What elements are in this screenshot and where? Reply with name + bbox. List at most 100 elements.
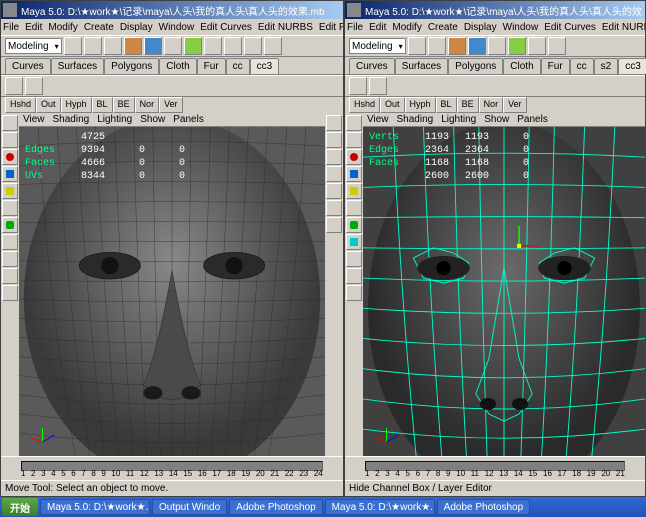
panel-icon[interactable] bbox=[326, 183, 342, 199]
toggle-out[interactable]: Out bbox=[380, 97, 405, 113]
toggle-be[interactable]: BE bbox=[457, 97, 479, 113]
toggle-hshd[interactable]: Hshd bbox=[349, 97, 380, 113]
manipulator-tool-icon[interactable] bbox=[2, 200, 18, 216]
tab-curves[interactable]: Curves bbox=[349, 58, 395, 74]
shelf-icon[interactable] bbox=[244, 37, 262, 55]
lasso-tool-icon[interactable] bbox=[346, 132, 362, 148]
panel-icon[interactable] bbox=[326, 166, 342, 182]
taskbar-item[interactable]: Maya 5.0: D:\★work★... bbox=[325, 499, 435, 515]
start-button[interactable]: 开始 bbox=[2, 498, 38, 516]
tab-cc3[interactable]: cc3 bbox=[250, 58, 280, 74]
panel-icon[interactable] bbox=[326, 200, 342, 216]
scale-tool-icon[interactable] bbox=[2, 183, 18, 199]
tab-polygons[interactable]: Polygons bbox=[448, 58, 503, 74]
menu-modify[interactable]: Modify bbox=[392, 22, 421, 33]
tab-cloth[interactable]: Cloth bbox=[159, 58, 196, 74]
titlebar[interactable]: Maya 5.0: D:\★work★\记录\maya\人头\我的真人头\真人头… bbox=[345, 1, 645, 19]
layout-icon[interactable] bbox=[346, 285, 362, 301]
shelf-icon[interactable] bbox=[84, 37, 102, 55]
panel-icon[interactable] bbox=[326, 132, 342, 148]
taskbar-item[interactable]: Maya 5.0: D:\★work★... bbox=[40, 499, 150, 515]
menu-window[interactable]: Window bbox=[159, 22, 195, 33]
layout-icon[interactable] bbox=[346, 234, 362, 250]
menu-edit-polygons[interactable]: Edit Polygons bbox=[319, 22, 343, 33]
shelf-icon[interactable] bbox=[369, 77, 387, 95]
menu-display[interactable]: Display bbox=[464, 22, 497, 33]
shelf-icon[interactable] bbox=[488, 37, 506, 55]
last-tool-icon[interactable] bbox=[346, 217, 362, 233]
scale-tool-icon[interactable] bbox=[346, 183, 362, 199]
shelf-icon[interactable] bbox=[204, 37, 222, 55]
layout-icon[interactable] bbox=[2, 251, 18, 267]
move-tool-icon[interactable] bbox=[2, 149, 18, 165]
menu-edit[interactable]: Edit bbox=[25, 22, 42, 33]
shelf-icon[interactable] bbox=[428, 37, 446, 55]
mode-dropdown[interactable]: Modeling bbox=[5, 38, 62, 54]
toggle-nor[interactable]: Nor bbox=[135, 97, 160, 113]
shelf-icon[interactable] bbox=[184, 37, 202, 55]
toggle-be[interactable]: BE bbox=[113, 97, 135, 113]
tab-cc[interactable]: cc bbox=[226, 58, 250, 74]
time-slider[interactable]: 123456789101112131415161718192021222324 bbox=[1, 456, 343, 480]
tab-polygons[interactable]: Polygons bbox=[104, 58, 159, 74]
layout-icon[interactable] bbox=[346, 251, 362, 267]
tab-curves[interactable]: Curves bbox=[5, 58, 51, 74]
taskbar-item[interactable]: Adobe Photoshop bbox=[229, 499, 323, 515]
vp-menu-panels[interactable]: Panels bbox=[173, 114, 204, 125]
vp-menu-lighting[interactable]: Lighting bbox=[441, 114, 476, 125]
tab-cc[interactable]: cc bbox=[570, 58, 594, 74]
shelf-icon[interactable] bbox=[5, 77, 23, 95]
toggle-nor[interactable]: Nor bbox=[479, 97, 504, 113]
tab-fur[interactable]: Fur bbox=[197, 58, 226, 74]
viewport-left[interactable]: 4725 Edges939400 Faces466600 UVs834400 bbox=[19, 127, 325, 456]
shelf-icon[interactable] bbox=[448, 37, 466, 55]
lasso-tool-icon[interactable] bbox=[2, 132, 18, 148]
menu-create[interactable]: Create bbox=[84, 22, 114, 33]
shelf-icon[interactable] bbox=[224, 37, 242, 55]
menu-file[interactable]: File bbox=[3, 22, 19, 33]
tab-surfaces[interactable]: Surfaces bbox=[51, 58, 104, 74]
manipulator-tool-icon[interactable] bbox=[346, 200, 362, 216]
vp-menu-show[interactable]: Show bbox=[484, 114, 509, 125]
vp-menu-shading[interactable]: Shading bbox=[397, 114, 434, 125]
viewport-right[interactable]: Verts119311930 Edges236423640 Faces11681… bbox=[363, 127, 645, 456]
tab-fur[interactable]: Fur bbox=[541, 58, 570, 74]
menu-edit-curves[interactable]: Edit Curves bbox=[200, 22, 252, 33]
shelf-icon[interactable] bbox=[25, 77, 43, 95]
toggle-bl[interactable]: BL bbox=[436, 97, 457, 113]
layout-icon[interactable] bbox=[346, 268, 362, 284]
shelf-icon[interactable] bbox=[508, 37, 526, 55]
layout-icon[interactable] bbox=[2, 285, 18, 301]
panel-icon[interactable] bbox=[326, 149, 342, 165]
shelf-icon[interactable] bbox=[264, 37, 282, 55]
tab-cc3[interactable]: cc3 bbox=[618, 58, 646, 74]
menu-file[interactable]: File bbox=[347, 22, 363, 33]
shelf-icon[interactable] bbox=[468, 37, 486, 55]
layout-icon[interactable] bbox=[2, 268, 18, 284]
shelf-icon[interactable] bbox=[104, 37, 122, 55]
panel-icon[interactable] bbox=[326, 217, 342, 233]
tab-s2[interactable]: s2 bbox=[594, 58, 619, 74]
toggle-hyph[interactable]: Hyph bbox=[61, 97, 92, 113]
tab-cloth[interactable]: Cloth bbox=[503, 58, 540, 74]
select-tool-icon[interactable] bbox=[346, 115, 362, 131]
mode-dropdown[interactable]: Modeling bbox=[349, 38, 406, 54]
taskbar-item[interactable]: Output Windo bbox=[152, 499, 227, 515]
toggle-ver[interactable]: Ver bbox=[159, 97, 183, 113]
titlebar[interactable]: Maya 5.0: D:\★work★\记录\maya\人头\我的真人头\真人头… bbox=[1, 1, 343, 19]
menu-window[interactable]: Window bbox=[503, 22, 539, 33]
vp-menu-show[interactable]: Show bbox=[140, 114, 165, 125]
shelf-icon[interactable] bbox=[144, 37, 162, 55]
shelf-icon[interactable] bbox=[64, 37, 82, 55]
menu-edit[interactable]: Edit bbox=[369, 22, 386, 33]
taskbar-item[interactable]: Adobe Photoshop bbox=[437, 499, 531, 515]
last-tool-icon[interactable] bbox=[2, 217, 18, 233]
menu-modify[interactable]: Modify bbox=[48, 22, 77, 33]
vp-menu-shading[interactable]: Shading bbox=[53, 114, 90, 125]
shelf-icon[interactable] bbox=[528, 37, 546, 55]
vp-menu-view[interactable]: View bbox=[23, 114, 45, 125]
toggle-bl[interactable]: BL bbox=[92, 97, 113, 113]
shelf-icon[interactable] bbox=[408, 37, 426, 55]
vp-menu-lighting[interactable]: Lighting bbox=[97, 114, 132, 125]
rotate-tool-icon[interactable] bbox=[2, 166, 18, 182]
